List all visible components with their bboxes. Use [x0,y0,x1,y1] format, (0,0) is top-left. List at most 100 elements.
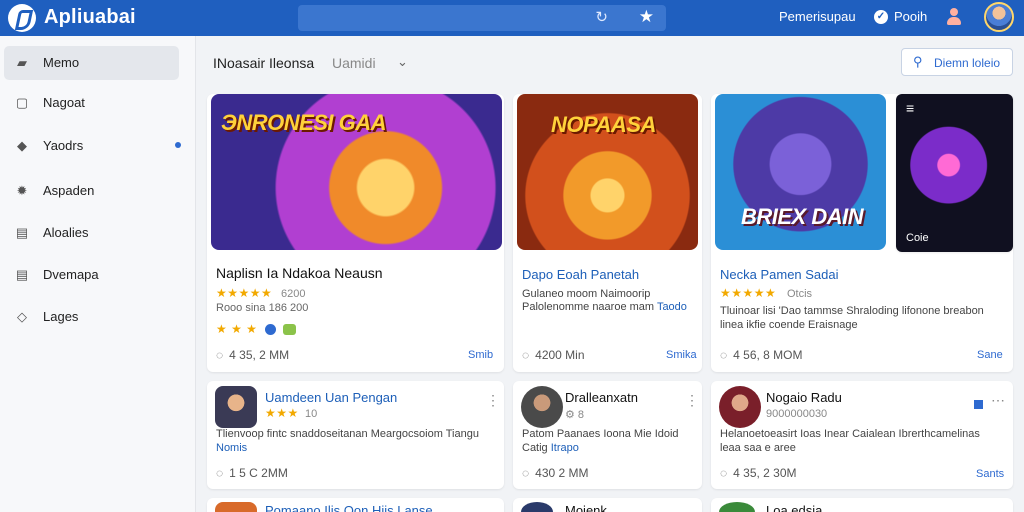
badge-icon [283,324,296,335]
bookmark-icon[interactable] [974,400,983,409]
sidebar-item-4[interactable]: ▤ Aloalies [4,216,179,250]
list-item[interactable]: Moienk [513,498,702,512]
top-link-primary[interactable]: Pemerisupau [779,9,856,24]
game-banner-image: NOPAASA [517,94,698,250]
sidebar-item-6[interactable]: ◇ Lages [4,300,179,334]
sidebar-item-3[interactable]: ✹ Aspaden [4,174,179,208]
card-stats: ◌ 4 56, 8 MOM [720,348,803,362]
list-item-stats: ◌ 4 35, 2 30M [720,466,797,480]
sidebar-item-label: Aspaden [43,183,95,198]
list-item[interactable]: Pomaano Ilis Oon Hiis Lanse [207,498,504,512]
list-item-title[interactable]: Pomaano Ilis Oon Hiis Lanse [265,503,433,512]
rating-value: Otcis [787,288,813,300]
list-item-title[interactable]: Uamdeen Uan Pengan [265,390,397,405]
list-item[interactable]: Uamdeen Uan Pengan ★★★ 10 ⋮ Tlienvoop fi… [207,381,504,489]
game-banner-image: ЭNRONESI GAA [211,94,502,250]
list-item-action[interactable]: Sants [976,468,1004,480]
rating-value: 10 [305,408,318,420]
card-action[interactable]: Smib [468,349,493,361]
chat-icon: ◌ [216,348,224,362]
document-icon: ▤ [15,267,29,282]
card-stats: ◌ 4 35, 2 MM [216,348,290,362]
card-subtitle: Rooo sina 186 200 [216,302,309,314]
sidebar-item-label: Nagoat [43,95,85,110]
more-vert-icon[interactable]: ⋮ [685,392,699,409]
toolbar-button-label: Diemn loleio [934,56,1001,70]
window-icon: ▢ [15,95,29,110]
sidebar-item-label: Memo [43,55,80,70]
card-action[interactable]: Smika [666,349,697,361]
small-stars: ★ ★ ★ [216,322,258,336]
more-horiz-icon[interactable]: ⋯ [991,392,1005,409]
game-thumbnail [521,386,563,428]
sidebar-item-0[interactable]: ▰ Memo [4,46,179,80]
chat-icon: ◌ [216,466,224,480]
featured-card[interactable]: ЭNRONESI GAA Naplisn Ia Ndakoa Neausn ★★… [207,94,504,372]
notification-dot [175,142,181,148]
list-item-title[interactable]: Moienk [565,503,607,512]
toolbar-button[interactable]: ⚲ Diemn loleio [901,48,1013,76]
search-icon: ⚲ [913,54,923,69]
app-title: Apliuabai [44,6,136,28]
list-item-stats: ◌ 1 5 C 2MM [216,466,288,480]
rating-value: 6200 [281,288,306,300]
list-item[interactable]: Nogaio Radu 9000000030 ⋯ Helanoetoeasirt… [711,381,1013,489]
check-icon[interactable]: ✓ [874,10,888,24]
chat-icon: ◌ [522,348,530,362]
search-bar[interactable]: ↻ ★ [298,5,666,31]
game-thumbnail [719,386,761,428]
sidebar-item-5[interactable]: ▤ Dvemapa [4,258,179,292]
card-title[interactable]: Necka Pamen Sadai [720,267,839,282]
chevron-down-icon[interactable]: ⌄ [397,54,408,70]
settings-icon: ✹ [16,183,28,198]
top-bar: Apliuabai ↻ ★ Pemerisupau ✓ Pooih [0,0,1024,36]
list-item-description: Tlienvoop fintc snaddoseitanan Meargocso… [216,428,479,454]
sidebar-item-2[interactable]: ◆ Yaodrs [4,129,179,163]
game-thumbnail [719,502,755,512]
list-item-stats: ◌ 430 2 MM [522,466,589,480]
card-stats: ◌ 4200 Min [522,348,585,362]
list-item-title[interactable]: Loa edsia [766,503,822,512]
sidebar-item-label: Yaodrs [43,138,84,153]
app-logo-icon[interactable] [8,4,36,32]
banner-title: ЭNRONESI GAA [221,110,387,135]
more-vert-icon[interactable]: ⋮ [486,392,500,409]
list-item-rating: ⚙ 8 [565,409,585,421]
list-item-title[interactable]: Dralleanxatn [565,390,638,405]
page-title: INoasair Ileonsa [213,55,315,71]
card-title[interactable]: Naplisn Ia Ndakoa Neausn [216,265,383,281]
tag-icon: ◆ [17,138,27,153]
list-item-description: Helanoetoeasirt Ioas Inear Caialean Ibre… [720,428,980,454]
star-icon[interactable]: ★ [639,7,654,27]
list-item-title[interactable]: Nogaio Radu [766,390,842,405]
avatar[interactable] [984,2,1014,32]
user-icon[interactable] [946,8,962,26]
sidebar-item-1[interactable]: ▢ Nagoat [4,86,179,120]
list-item-description: Patom Paanaes Ioona Mie Idoid Catig Itra… [522,428,679,454]
game-banner-image: BRIEX DAIN [715,94,886,250]
game-thumbnail [215,502,257,512]
info-icon [265,324,276,335]
rating-stars: ★★★★★ [720,286,777,300]
top-link-secondary[interactable]: Pooih [894,9,927,24]
sort-select[interactable]: Uamidi [332,55,376,71]
sidebar-item-label: Lages [43,309,79,324]
featured-card[interactable]: ≡ Coie [896,94,1013,252]
list-item[interactable]: Loa edsia [711,498,1013,512]
banner-title: BRIEX DAIN [741,204,864,229]
chat-icon: ◌ [720,466,728,480]
rating-stars: ★★★ [265,406,299,420]
sidebar-item-label: Aloalies [43,225,89,240]
banner-corner-text: Coie [906,232,929,244]
flag-icon: ≡ [906,100,915,116]
card-action[interactable]: Sane [977,349,1003,361]
card-description: Gulaneo moom Naimoorip Palolenomme naaro… [522,288,687,313]
card-title[interactable]: Dapo Eoah Panetah [522,267,639,282]
store-icon: ▰ [17,55,27,70]
chat-icon: ◌ [720,348,728,362]
featured-card[interactable]: NOPAASA Dapo Eoah Panetah Gulaneo moom N… [513,94,702,372]
refresh-icon[interactable]: ↻ [595,8,608,26]
list-item[interactable]: Dralleanxatn ⚙ 8 ⋮ Patom Paanaes Ioona M… [513,381,702,489]
sidebar-item-label: Dvemapa [43,267,99,282]
list-item-rating: 9000000030 [766,408,828,420]
